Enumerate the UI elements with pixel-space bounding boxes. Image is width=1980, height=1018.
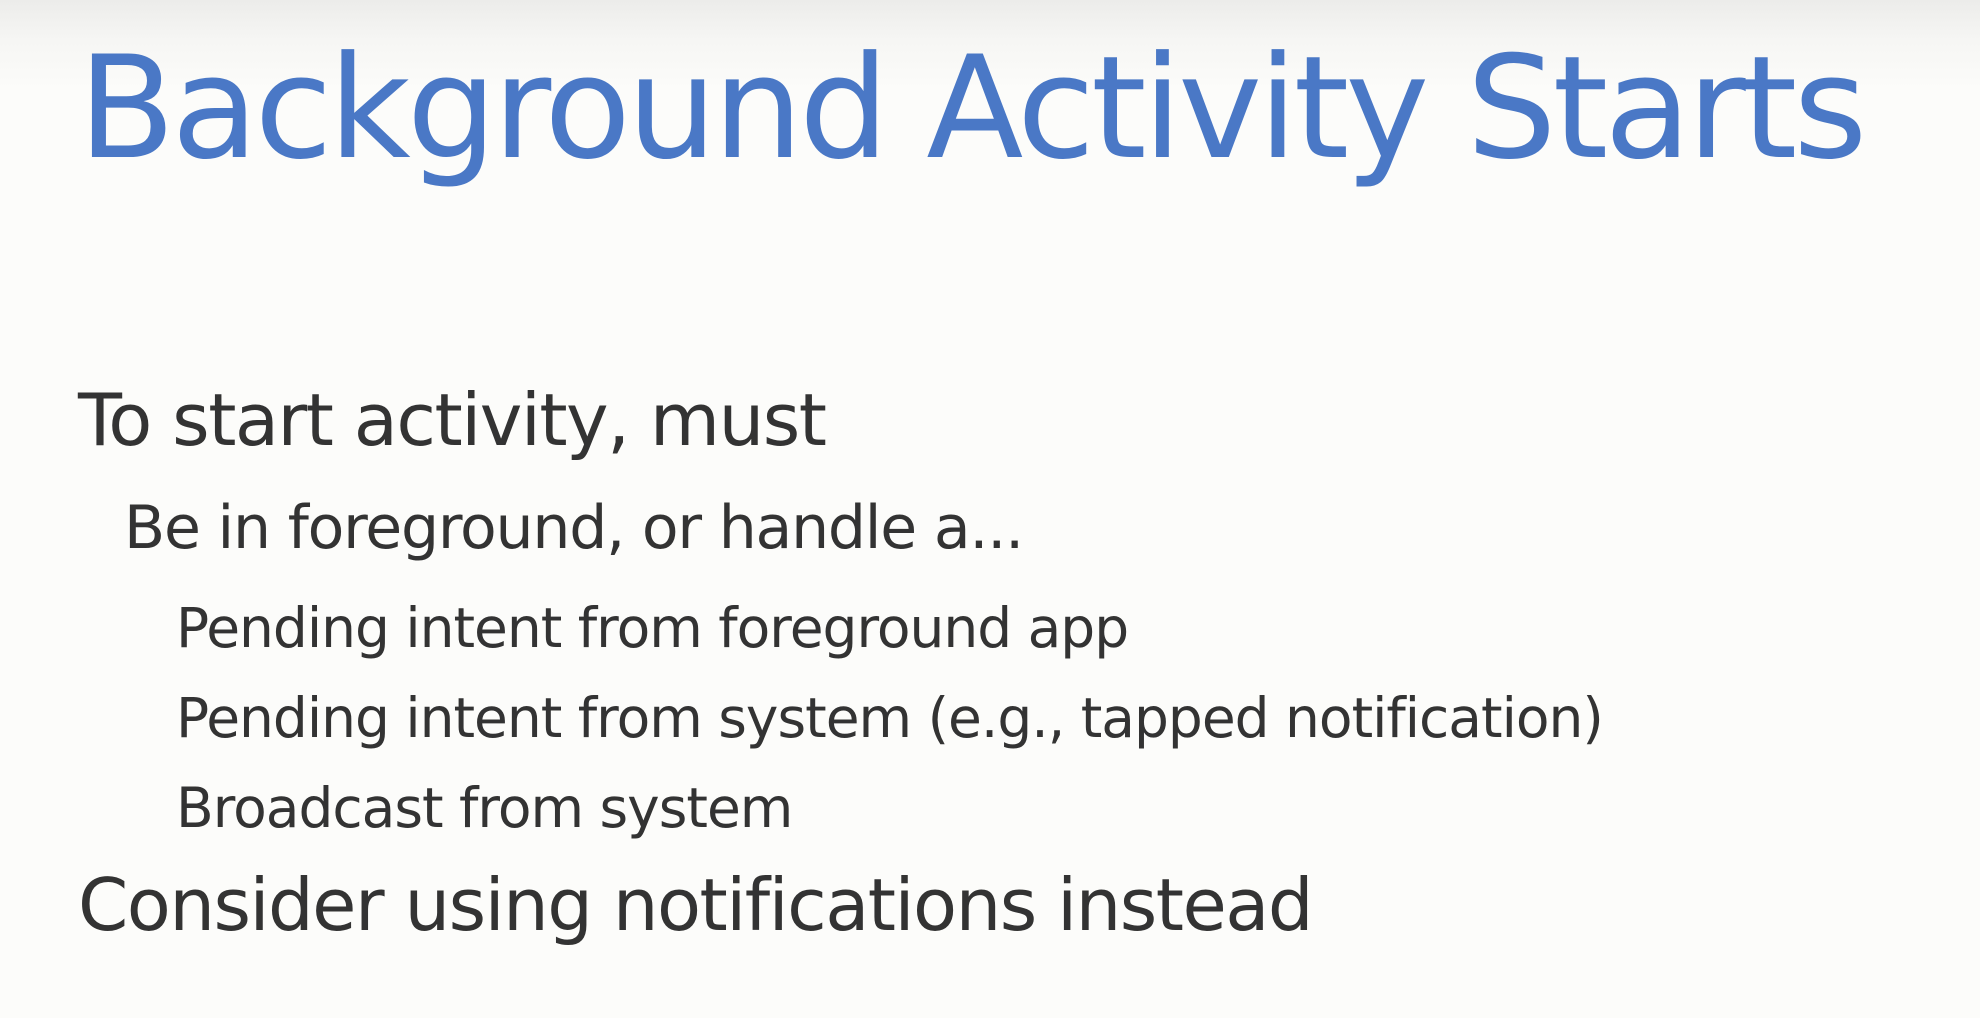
bullet-level-1-start-activity: To start activity, must	[78, 378, 827, 462]
bullet-level-3-pending-intent-system: Pending intent from system (e.g., tapped…	[176, 686, 1604, 750]
slide-title: Background Activity Starts	[78, 26, 1867, 191]
bullet-level-3-broadcast: Broadcast from system	[176, 776, 793, 840]
bullet-level-1-notifications: Consider using notifications instead	[78, 863, 1314, 947]
bullet-level-2-foreground: Be in foreground, or handle a...	[124, 493, 1024, 563]
bullet-level-3-pending-intent-foreground: Pending intent from foreground app	[176, 596, 1129, 660]
presentation-slide: Background Activity Starts To start acti…	[0, 0, 1980, 1018]
